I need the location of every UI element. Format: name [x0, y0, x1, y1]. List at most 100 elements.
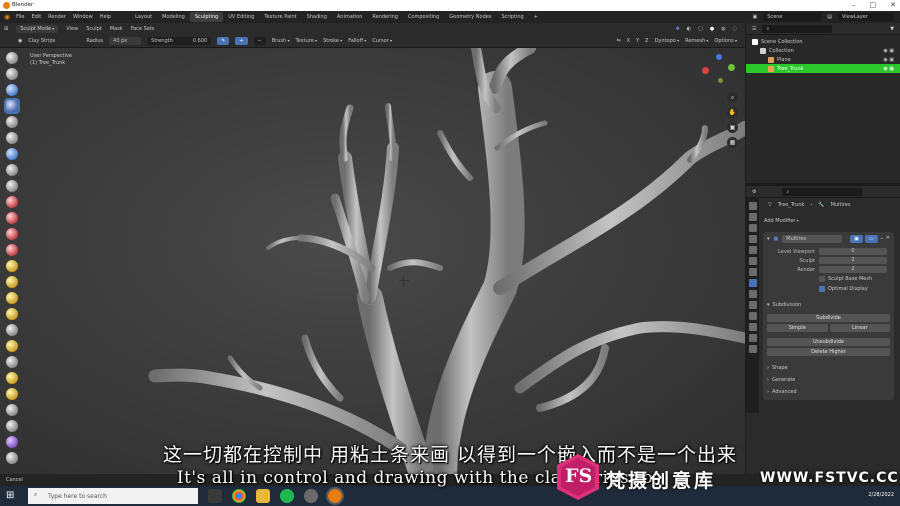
rotate-brush-icon[interactable] [6, 388, 18, 400]
dyntopo-menu[interactable]: Dyntopo [655, 38, 680, 44]
viewport-gizmo-toggle-icon[interactable]: ✥ [676, 26, 680, 32]
workspace-tab-rendering[interactable]: Rendering [367, 12, 403, 22]
simple-button[interactable]: Simple [767, 324, 828, 332]
optimal-display-checkbox[interactable] [819, 286, 825, 292]
filter-icon[interactable]: ▼ [890, 26, 900, 32]
spotify-icon[interactable] [280, 489, 294, 503]
editor-type-icon[interactable]: ⊞ [4, 26, 8, 32]
collapse-modifier-icon[interactable]: ▾ [767, 236, 770, 242]
task-view-icon[interactable] [208, 489, 222, 503]
header-menu-sculpt[interactable]: Sculpt [86, 26, 102, 32]
output-tab-icon[interactable] [748, 224, 757, 232]
crease-brush-icon[interactable] [6, 180, 18, 192]
falloff-menu[interactable]: Falloff [348, 38, 366, 44]
generate-panel-header[interactable]: › Generate [767, 377, 890, 383]
maximize-icon[interactable]: □ [870, 1, 877, 9]
visibility-toggle-icon[interactable]: ◉ ▣ [883, 66, 900, 72]
gizmo-y-axis[interactable] [728, 64, 735, 71]
3d-viewport[interactable] [0, 48, 745, 474]
world-tab-icon[interactable] [748, 257, 757, 265]
blender-taskbar-icon[interactable] [326, 487, 344, 505]
properties-search-input[interactable]: ⌕ [782, 187, 863, 196]
properties-type-icon[interactable]: ⚙ [752, 189, 756, 195]
render-tab-icon[interactable] [748, 213, 757, 221]
menu-render[interactable]: Render [48, 14, 66, 20]
physics-tab-icon[interactable] [748, 301, 757, 309]
nudge-brush-icon[interactable] [6, 372, 18, 384]
outliner-type-icon[interactable]: ☰ [752, 26, 756, 32]
zoom-icon[interactable]: ⌕ [727, 92, 738, 103]
file-explorer-icon[interactable] [256, 489, 270, 503]
header-menu-mask[interactable]: Mask [110, 26, 123, 32]
cursor-menu[interactable]: Cursor [372, 38, 392, 44]
workspace-tab-sculpting[interactable]: Sculpting [189, 12, 224, 22]
direction-add-icon[interactable]: + [235, 37, 248, 45]
multiplane-scrape-brush-icon[interactable] [6, 260, 18, 272]
brush-name[interactable]: Clay Strips [28, 38, 80, 44]
visibility-toggle-icon[interactable]: ◉ ▣ [883, 48, 900, 54]
camera-view-icon[interactable]: ▣ [727, 122, 738, 133]
pose-brush-icon[interactable] [6, 356, 18, 368]
scene-icon[interactable]: ▣ [753, 14, 758, 20]
workspace-tab-shading[interactable]: Shading [302, 12, 332, 22]
strength-field[interactable]: Strength 0.600 [147, 37, 212, 45]
pan-hand-icon[interactable]: ✋ [727, 107, 738, 118]
flatten-brush-icon[interactable] [6, 212, 18, 224]
taskbar-search-input[interactable]: ⌕ Type here to search [28, 488, 198, 504]
scrape-brush-icon[interactable] [6, 244, 18, 256]
sculpt-base-mesh-checkbox[interactable] [819, 276, 825, 282]
navigation-gizmo[interactable] [702, 54, 736, 88]
menu-help[interactable]: Help [100, 14, 111, 20]
outliner-row[interactable]: Collection ◉ ▣ [746, 46, 900, 55]
viewport-toggle-icon[interactable]: ▭ [864, 235, 878, 243]
blender-menu-icon[interactable]: ◉ [4, 13, 10, 21]
editmode-toggle-icon[interactable]: ▣ [850, 235, 863, 243]
gizmo-x-axis[interactable] [702, 67, 709, 74]
scene-tab-icon[interactable] [748, 246, 757, 254]
workspace-tab-modeling[interactable]: Modeling [157, 12, 190, 22]
snake-hook-brush-icon[interactable] [6, 324, 18, 336]
brush-icon[interactable]: ◉ [18, 38, 22, 44]
windows-start-icon[interactable]: ⊞ [6, 490, 14, 501]
header-menu-view[interactable]: View [66, 26, 78, 32]
draw-brush-icon[interactable] [6, 52, 18, 64]
outliner-search-input[interactable]: ⌕ [762, 24, 833, 33]
blob-brush-icon[interactable] [6, 164, 18, 176]
workspace-tab-texture-paint[interactable]: Texture Paint [259, 12, 301, 22]
workspace-tab-animation[interactable]: Animation [332, 12, 368, 22]
obs-icon[interactable] [304, 489, 318, 503]
data-tab-icon[interactable] [748, 323, 757, 331]
mode-selector[interactable]: Sculpt Mode [16, 25, 59, 33]
remesh-menu[interactable]: Remesh [685, 38, 708, 44]
sculpt-level-field[interactable]: 2 [819, 257, 887, 264]
outliner-row[interactable]: Scene Collection [746, 37, 900, 46]
symmetry-icon[interactable]: ⇋ [616, 38, 620, 44]
clay-strips-brush-icon[interactable] [4, 98, 20, 114]
brush-menu[interactable]: Brush [272, 38, 290, 44]
axis-y-toggle[interactable]: Y [636, 38, 639, 44]
object-tab-icon[interactable] [748, 268, 757, 276]
subdivide-button[interactable]: Subdivide [767, 314, 890, 322]
pressure-toggle-icon[interactable]: ✎ [217, 37, 230, 45]
xray-toggle-icon[interactable]: ▢ [698, 26, 703, 32]
draw-sharp-brush-icon[interactable] [6, 68, 18, 80]
advanced-panel-header[interactable]: › Advanced [767, 389, 890, 395]
stroke-menu[interactable]: Stroke [323, 38, 342, 44]
view-layer-icon[interactable]: ▤ [827, 14, 832, 20]
menu-edit[interactable]: Edit [31, 14, 41, 20]
thumb-brush-icon[interactable] [6, 340, 18, 352]
elastic-deform-brush-icon[interactable] [6, 308, 18, 320]
unsubdivide-button[interactable]: Unsubdivide [767, 338, 890, 346]
shading-rendered-icon[interactable]: ◌ [733, 26, 737, 32]
gizmo-neg-y-axis[interactable] [718, 78, 723, 83]
render-level-field[interactable]: 2 [819, 266, 887, 273]
modifier-tab-icon[interactable] [748, 279, 757, 287]
modifier-options-icon[interactable]: ⌄ [880, 235, 884, 243]
axis-z-toggle[interactable]: Z [645, 38, 648, 44]
axis-x-toggle[interactable]: X [627, 38, 630, 44]
level-viewport-field[interactable]: 0 [819, 248, 887, 255]
workspace-tab-add[interactable]: + [529, 12, 543, 22]
shape-panel-header[interactable]: › Shape [767, 365, 890, 371]
grab-brush-icon[interactable] [6, 292, 18, 304]
fill-brush-icon[interactable] [6, 228, 18, 240]
